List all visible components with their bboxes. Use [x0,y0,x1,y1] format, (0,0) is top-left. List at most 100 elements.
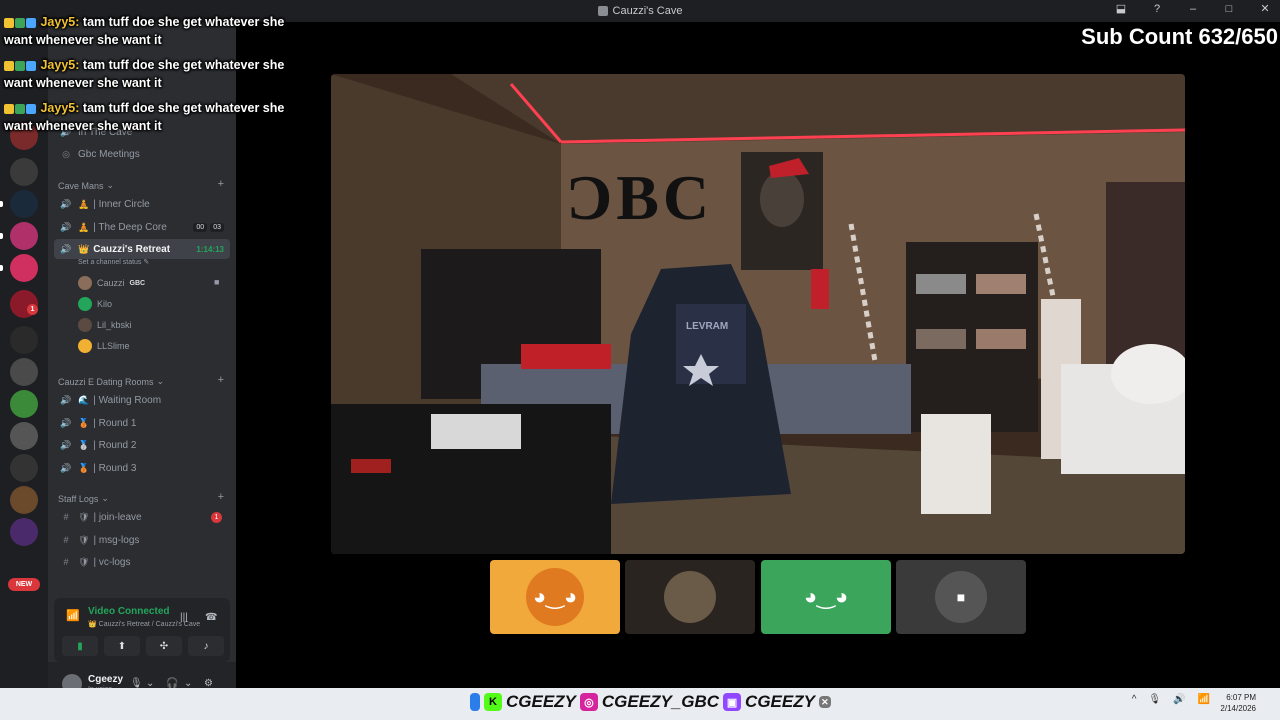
camera-button[interactable]: ▮ [62,636,98,656]
channel-in-the-cave[interactable]: 🔊 In The Cave [54,122,230,142]
wifi-icon[interactable]: 📶 [1198,694,1210,705]
server-icon[interactable] [10,122,38,150]
server-icon[interactable] [10,518,38,546]
username[interactable]: Cgeezy [88,674,123,685]
channel-label: | Waiting Room [93,394,162,406]
channel-round-1[interactable]: 🔊 🥉 | Round 1 [54,413,230,433]
volume-icon[interactable]: 🔊 [1173,694,1185,705]
channel-emoji: 🛡 [78,511,90,522]
inbox-icon[interactable]: ⬓ [1114,2,1128,15]
channel-msg-logs[interactable]: # 🛡 | msg-logs [54,530,230,550]
disconnect-icon[interactable]: ☎ [205,612,217,623]
clock[interactable]: 6:07 PM 2/14/2026 [1220,692,1256,714]
avatar [664,571,716,623]
category-staff-logs[interactable]: Staff Logs ⌄ [58,493,109,504]
server-icon[interactable] [10,222,38,250]
channel-label: | Round 1 [93,417,137,429]
add-channel-icon[interactable]: + [218,374,224,386]
voice-member[interactable]: Cauzzi GBC [78,276,145,290]
svg-text:LEVRAM: LEVRAM [686,321,728,332]
server-icon[interactable] [10,390,38,418]
participant-tile[interactable]: ◕‿◕ [490,560,620,634]
category-dating-rooms[interactable]: Cauzzi E Dating Rooms ⌄ [58,376,164,387]
channel-round-2[interactable]: 🔊 🥈 | Round 2 [54,435,230,455]
main-video-feed[interactable]: ƆBC LEVRAM [331,74,1185,554]
voice-member[interactable]: LLSlime [78,339,130,353]
channel-waiting-room[interactable]: 🔊 🌊 | Waiting Room [54,390,230,410]
channel-sidebar: 🔊 In The Cave ◎ Gbc Meetings Cave Mans ⌄… [48,22,236,708]
channel-label: Cauzzi's Retreat [93,243,171,255]
chevron-up-icon[interactable]: ^ [1132,694,1137,705]
room-camera-image: ƆBC LEVRAM [331,74,1185,554]
speaker-icon: 🔊 [60,394,72,405]
channel-emoji: 🛡 [78,534,90,545]
noise-suppression-icon[interactable]: ||| [180,612,188,623]
server-icon[interactable] [10,358,38,386]
kick-logo-icon: K [484,693,502,711]
participant-tile[interactable]: ■ [896,560,1026,634]
add-channel-icon[interactable]: + [218,491,224,503]
server-icon[interactable] [10,486,38,514]
new-servers-badge[interactable]: NEW [8,578,40,591]
server-icon[interactable] [10,254,38,282]
voice-status[interactable]: Video Connected [88,606,170,617]
server-icon[interactable] [10,454,38,482]
server-icon[interactable] [10,422,38,450]
windows-start-icon[interactable] [470,693,480,711]
channel-emoji: 🥉 [78,417,90,428]
channel-round-3[interactable]: 🔊 🥉 | Round 3 [54,458,230,478]
close-button[interactable]: ✕ [1258,2,1272,15]
voice-member[interactable]: Kilo [78,297,112,311]
channel-cauzzis-retreat[interactable]: 🔊 👑 Cauzzi's Retreat 1:14:13 [54,239,230,259]
server-unread-pill [0,201,3,207]
app-icon[interactable]: ✕ [818,696,831,708]
channel-emoji: 🧘 [78,198,90,209]
add-channel-icon[interactable]: + [218,178,224,190]
help-icon[interactable]: ? [1150,3,1164,15]
channel-emoji: 👑 [78,243,90,254]
category-cave-mans[interactable]: Cave Mans ⌄ [58,180,114,191]
channel-gbc-meetings[interactable]: ◎ Gbc Meetings [54,144,230,164]
taskbar: K CGEEZY ◎ CGEEZY_GBC ▣ CGEEZY ✕ ^ 🎙 🔊 📶… [0,688,1280,720]
channel-join-leave[interactable]: # 🛡 | join-leave 1 [54,507,230,527]
avatar [78,339,92,353]
channel-emoji: 🌊 [78,394,90,405]
signal-icon[interactable]: 📶 [66,609,80,622]
discord-logo-icon: ◕‿◕ [803,584,849,609]
channel-deep-core[interactable]: 🔊 🧘 | The Deep Core 00 03 [54,217,230,237]
participant-tile[interactable]: ◕‿◕ [761,560,891,634]
server-icon[interactable] [10,326,38,354]
activities-button[interactable]: ✣ [146,636,182,656]
avatar [78,318,92,332]
discord-logo-icon: ◕‿◕ [532,584,578,609]
speaker-icon: 🔊 [60,462,72,473]
instagram-logo-icon: ◎ [579,693,598,711]
microphone-icon[interactable]: 🎙 [1148,694,1161,705]
channel-status-hint[interactable]: Set a channel status ✎ [78,258,149,266]
voice-active-icon: 🔊 [60,243,72,254]
channel-label: Gbc Meetings [78,148,140,160]
maximize-button[interactable]: □ [1222,3,1236,15]
channel-label: | Inner Circle [93,198,150,210]
screen-share-button[interactable]: ⬆ [104,636,140,656]
channel-inner-circle[interactable]: 🔊 🧘 | Inner Circle [54,194,230,214]
server-icon[interactable] [10,190,38,218]
channel-emoji: 🛡 [78,556,90,567]
channel-label: | join-leave [93,511,142,523]
soundboard-button[interactable]: ♪ [188,636,224,656]
channel-emoji: 🥈 [78,439,90,450]
server-icon[interactable] [10,158,38,186]
participant-tile[interactable] [625,560,755,634]
channel-vc-logs[interactable]: # 🛡 | vc-logs [54,552,230,572]
speaker-icon: 🔊 [60,221,72,232]
voice-member[interactable]: Lil_kbski [78,318,132,332]
hash-icon: # [63,512,69,522]
server-list: 1 NEW [0,22,48,688]
minimize-button[interactable]: – [1186,3,1200,15]
camera-icon: ■ [214,277,220,287]
unread-badge: 1 [211,511,222,523]
window-title: Cauzzi's Cave [597,5,682,17]
speaker-icon: 🔊 [60,198,72,209]
category-label: Cave Mans [58,180,104,191]
hash-icon: # [63,557,69,567]
